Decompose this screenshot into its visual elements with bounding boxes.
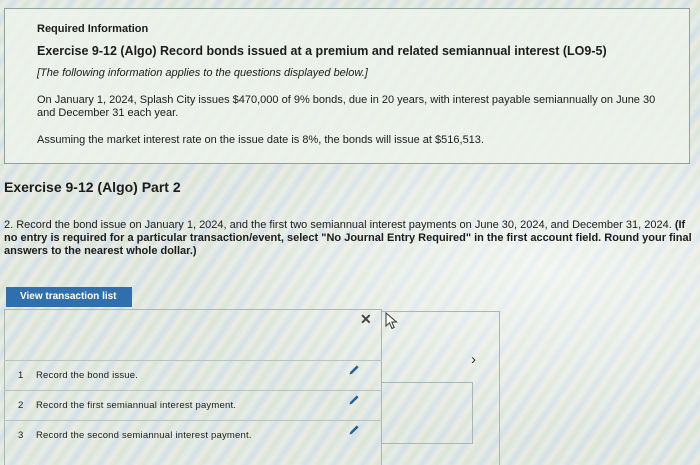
transaction-grid-inner-cell xyxy=(381,382,473,444)
pencil-icon[interactable] xyxy=(348,394,360,406)
transaction-label: Record the first semiannual interest pay… xyxy=(36,400,237,411)
transaction-row[interactable]: 2 Record the first semiannual interest p… xyxy=(4,390,382,420)
transaction-row[interactable]: 3 Record the second semiannual interest … xyxy=(4,420,382,450)
question-text: 2. Record the bond issue on January 1, 2… xyxy=(4,219,694,258)
required-information-panel: Required Information Exercise 9-12 (Algo… xyxy=(4,8,690,164)
transaction-number: 1 xyxy=(18,370,24,381)
pencil-icon[interactable] xyxy=(348,364,360,376)
info-note: [The following information applies to th… xyxy=(37,67,368,79)
view-transaction-list-button[interactable]: View transaction list xyxy=(6,287,132,307)
transaction-number: 2 xyxy=(18,400,24,411)
question-prompt: 2. Record the bond issue on January 1, 2… xyxy=(4,219,672,231)
info-title: Required Information xyxy=(37,23,149,35)
part-title: Exercise 9-12 (Algo) Part 2 xyxy=(4,179,181,195)
info-paragraph-1: On January 1, 2024, Splash City issues $… xyxy=(37,94,656,119)
info-paragraph-2: Assuming the market interest rate on the… xyxy=(37,134,484,146)
transaction-label: Record the second semiannual interest pa… xyxy=(36,430,252,441)
pencil-icon[interactable] xyxy=(348,424,360,436)
chevron-right-icon[interactable]: › xyxy=(471,351,476,368)
close-icon[interactable]: ✕ xyxy=(360,311,372,328)
transaction-number: 3 xyxy=(18,430,24,441)
mouse-cursor-icon xyxy=(385,312,398,330)
exercise-title: Exercise 9-12 (Algo) Record bonds issued… xyxy=(37,44,607,58)
transaction-label: Record the bond issue. xyxy=(36,370,139,381)
transaction-row[interactable]: 1 Record the bond issue. xyxy=(4,360,382,390)
